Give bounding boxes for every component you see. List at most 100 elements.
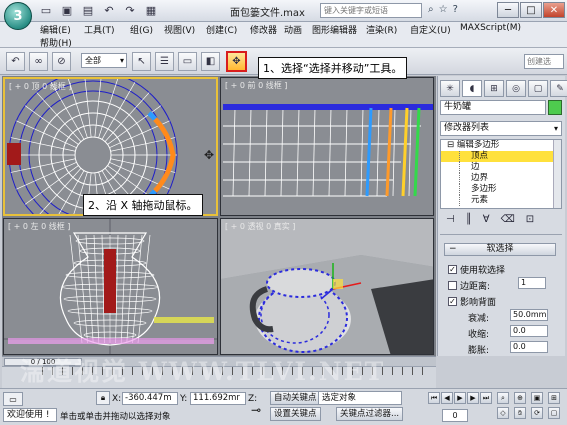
falloff-spinner[interactable]: 50.0mm	[510, 309, 548, 321]
current-frame-field[interactable]: 0	[442, 409, 468, 422]
auto-key-button[interactable]: 自动关键点	[270, 391, 321, 405]
motion-tab-icon[interactable]: ◎	[506, 80, 526, 97]
search-icon[interactable]: ⌕	[428, 4, 434, 15]
maximize-button[interactable]: □	[520, 2, 542, 18]
play-icon[interactable]: ▶	[454, 392, 466, 404]
help-icon[interactable]: ?	[453, 4, 458, 15]
app-logo-button[interactable]: 3	[4, 2, 32, 30]
selection-lock-icon[interactable]: 🔒︎	[96, 391, 110, 405]
menu-graph-editors[interactable]: 图形编辑器	[312, 23, 357, 36]
select-and-link-icon[interactable]: ∞	[29, 52, 48, 71]
menu-edit[interactable]: 编辑(E)	[40, 23, 71, 36]
redo-icon[interactable]: ↷	[124, 4, 136, 17]
viewport-front-label[interactable]: [ + 0 前 0 线框 ]	[225, 80, 287, 91]
viewport-left-label[interactable]: [ + 0 左 0 线框 ]	[8, 221, 70, 232]
soft-selection-header[interactable]: 软选择	[444, 243, 556, 256]
minimize-button[interactable]: ─	[497, 2, 519, 18]
viewport-persp-label[interactable]: [ + 0 透视 0 真实 ]	[225, 221, 295, 232]
show-end-result-icon[interactable]: ║	[466, 214, 472, 225]
rectangular-selection-icon[interactable]: ▭	[178, 52, 197, 71]
y-coord-field[interactable]: 111.692mr	[190, 392, 246, 405]
time-slider[interactable]: 0 / 100	[4, 358, 82, 366]
close-button[interactable]: ✕	[543, 2, 565, 18]
object-name-field[interactable]: 牛奶罐	[440, 100, 546, 115]
edge-distance-checkbox[interactable]	[448, 281, 457, 290]
key-filters-button[interactable]: 关键点过滤器...	[336, 407, 404, 421]
menu-create[interactable]: 创建(C)	[206, 23, 237, 36]
menu-maxscript[interactable]: MAXScript(M)	[460, 23, 521, 33]
undo-icon[interactable]: ↶	[103, 4, 115, 17]
undo-scene-icon[interactable]: ↶	[6, 52, 25, 71]
hierarchy-tab-icon[interactable]: ⊞	[484, 80, 504, 97]
search-input[interactable]: 键入关键字或短语	[320, 3, 422, 18]
field-of-view-icon[interactable]: ◇	[497, 407, 509, 419]
display-tab-icon[interactable]: ▢	[528, 80, 548, 97]
track-bar-ticks	[42, 367, 432, 375]
stack-subobject-item[interactable]: 元素	[441, 195, 561, 206]
open-file-icon[interactable]: ▣	[61, 4, 73, 17]
zoom-icon[interactable]: ⌕	[497, 392, 509, 404]
stack-subobject-item[interactable]: 边	[441, 162, 561, 173]
stack-subobject-item[interactable]: 多边形	[441, 184, 561, 195]
select-by-name-icon[interactable]: ☰	[155, 52, 174, 71]
maxscript-listener-icon[interactable]: ▭	[3, 392, 23, 406]
x-coord-field[interactable]: -360.447m	[122, 392, 178, 405]
unlink-selection-icon[interactable]: ⊘	[52, 52, 71, 71]
pinch-spinner[interactable]: 0.0	[510, 325, 548, 337]
menu-views[interactable]: 视图(V)	[164, 23, 195, 36]
save-icon[interactable]: ▤	[82, 4, 94, 17]
menu-tools[interactable]: 工具(T)	[84, 23, 115, 36]
create-tab-icon[interactable]: ✳	[440, 80, 460, 97]
modifier-stack-scrollbar[interactable]	[553, 140, 561, 208]
track-bar[interactable]	[2, 366, 436, 388]
select-object-icon[interactable]: ↖	[132, 52, 151, 71]
next-frame-icon[interactable]: ▶	[467, 392, 479, 404]
select-and-move-icon[interactable]: ✥	[226, 51, 247, 72]
maximize-viewport-icon[interactable]: ▢	[548, 407, 560, 419]
go-to-start-icon[interactable]: ⏮	[428, 392, 440, 404]
named-selection-field[interactable]: 创建选	[524, 54, 564, 69]
configure-sets-icon[interactable]: ⊡	[526, 214, 534, 225]
quick-access-toolbar: ▭ ▣ ▤ ↶ ↷ ▦	[40, 4, 157, 17]
subscription-icon[interactable]: ☆	[439, 4, 448, 15]
selection-filter-dropdown[interactable]: 全部	[81, 53, 127, 68]
menu-customize[interactable]: 自定义(U)	[410, 23, 451, 36]
set-key-button[interactable]: 设置关键点	[270, 407, 321, 421]
project-folder-icon[interactable]: ▦	[145, 4, 157, 17]
window-crossing-icon[interactable]: ◧	[201, 52, 220, 71]
zoom-all-icon[interactable]: ⊕	[514, 392, 526, 404]
bubble-label: 膨胀:	[468, 346, 490, 356]
stack-modifier-item[interactable]: ⊟ 编辑多边形	[441, 140, 561, 151]
edge-distance-spinner[interactable]: 1	[518, 277, 546, 289]
utilities-tab-icon[interactable]: ✎	[550, 80, 567, 97]
menu-modifiers[interactable]: 修改器	[250, 23, 277, 36]
orbit-icon[interactable]: ⟳	[531, 407, 543, 419]
affect-backfacing-checkbox[interactable]: ✓	[448, 297, 457, 306]
selected-objects-dropdown[interactable]: 选定对象	[318, 391, 402, 405]
menu-group[interactable]: 组(G)	[130, 23, 153, 36]
menu-animation[interactable]: 动画	[284, 23, 302, 36]
modifier-list-dropdown[interactable]: 修改器列表	[440, 121, 562, 136]
go-to-end-icon[interactable]: ⏭	[480, 392, 492, 404]
pan-icon[interactable]: ✋︎	[514, 407, 526, 419]
viewport-top-label[interactable]: [ + 0 顶 0 线框 ]	[9, 81, 71, 92]
stack-subobject-item[interactable]: 边界	[441, 173, 561, 184]
viewport-left[interactable]: [ + 0 左 0 线框 ]	[3, 218, 218, 355]
stack-subobject-item[interactable]: 顶点	[441, 151, 561, 162]
zoom-extents-all-icon[interactable]: ⊞	[548, 392, 560, 404]
bubble-spinner[interactable]: 0.0	[510, 341, 548, 353]
zoom-extents-icon[interactable]: ▣	[531, 392, 543, 404]
modify-tab-icon[interactable]: ◖	[462, 80, 482, 97]
use-soft-selection-checkbox[interactable]: ✓	[448, 265, 457, 274]
new-file-icon[interactable]: ▭	[40, 4, 52, 17]
make-unique-icon[interactable]: ∀	[483, 214, 490, 225]
menu-rendering[interactable]: 渲染(R)	[366, 23, 397, 36]
remove-modifier-icon[interactable]: ⌫	[501, 214, 515, 225]
set-key-icon[interactable]: ⊸	[246, 403, 266, 417]
viewport-front[interactable]: [ + 0 前 0 线框 ]	[220, 77, 434, 216]
pin-stack-icon[interactable]: ⊣	[446, 214, 455, 225]
object-color-swatch[interactable]	[548, 100, 562, 115]
previous-frame-icon[interactable]: ◀	[441, 392, 453, 404]
viewport-perspective[interactable]: [ + 0 透视 0 真实 ]	[220, 218, 434, 355]
x-coord-label: X:	[112, 394, 122, 404]
